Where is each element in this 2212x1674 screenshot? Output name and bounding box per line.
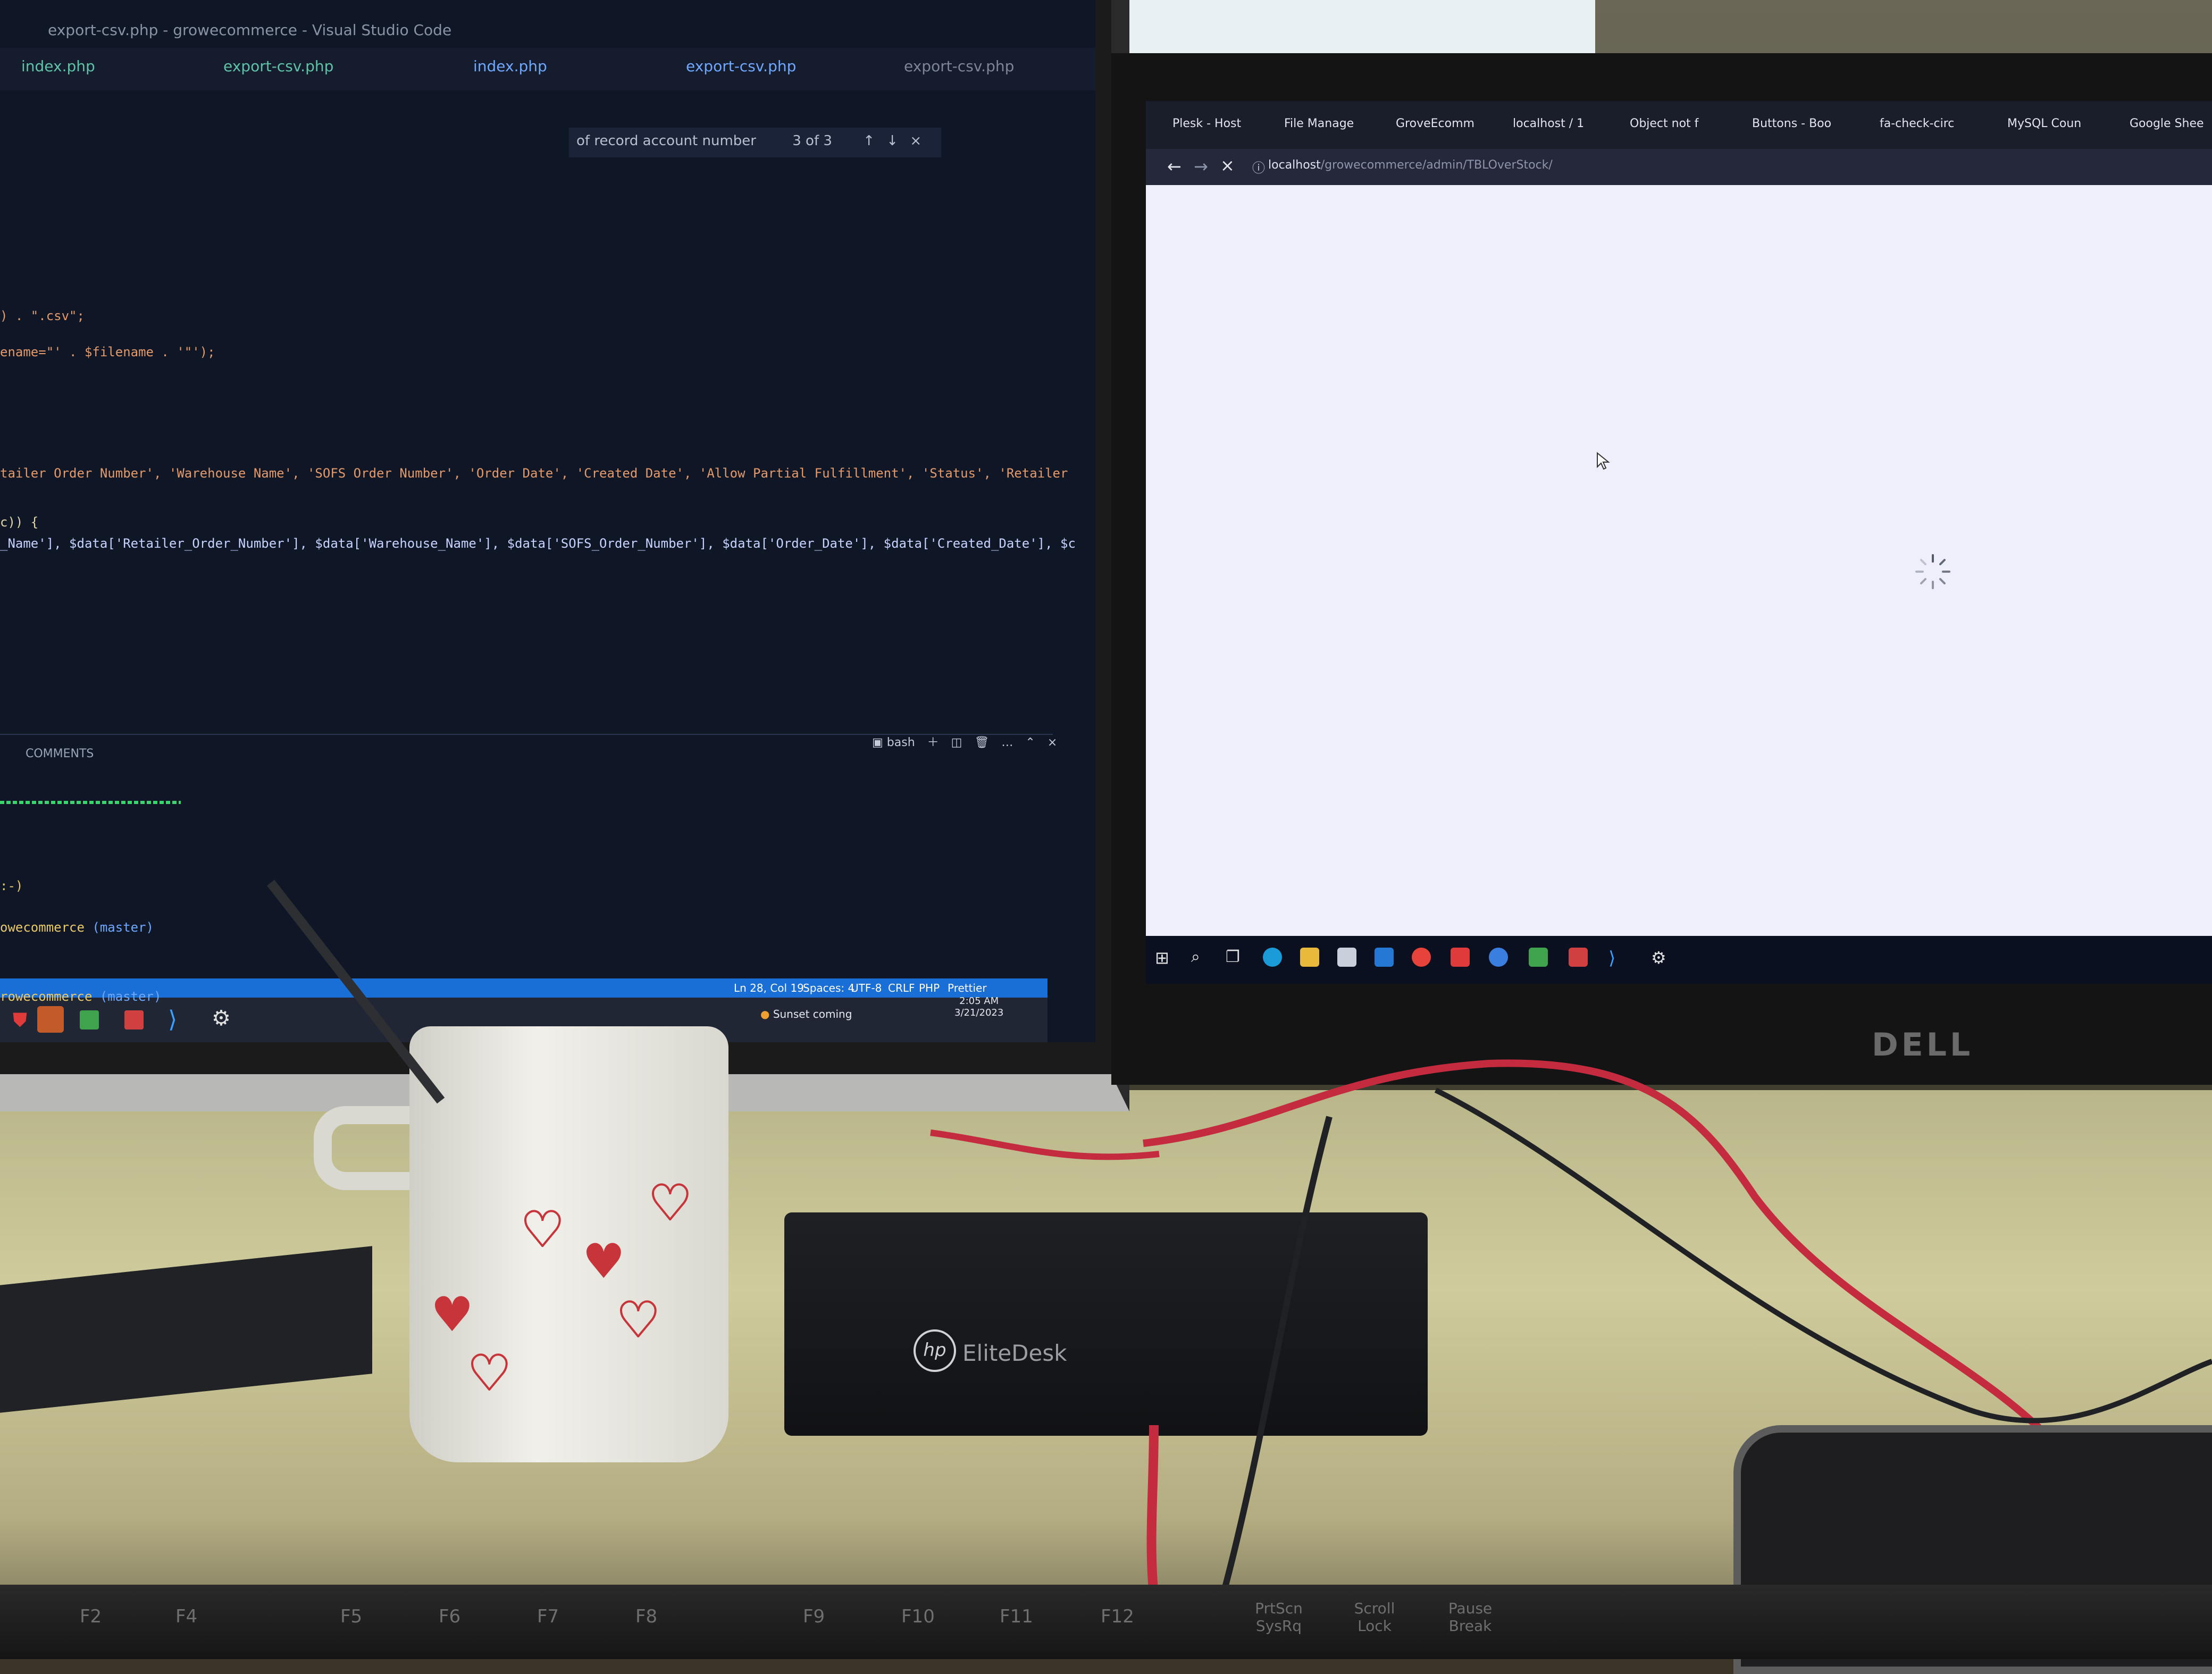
key-f10[interactable]: F10 (901, 1606, 935, 1627)
key-f2[interactable]: F2 (80, 1606, 102, 1627)
key-scroll-lock[interactable]: Scroll Lock (1345, 1600, 1404, 1635)
key-f5[interactable]: F5 (340, 1606, 362, 1627)
key-f4[interactable]: F4 (175, 1606, 197, 1627)
terminal-line: rowecommerce (master) (0, 989, 162, 1004)
keyboard: F2 F4 F5 F6 F7 F8 F9 F10 F11 F12 PrtScn … (0, 1585, 2212, 1659)
key-f11[interactable]: F11 (1000, 1606, 1033, 1627)
key-f6[interactable]: F6 (439, 1606, 460, 1627)
key-pause-break[interactable]: Pause Break (1441, 1600, 1499, 1635)
cables (930, 1059, 2212, 1610)
key-f7[interactable]: F7 (537, 1606, 559, 1627)
key-prtscn[interactable]: PrtScn SysRq (1250, 1600, 1308, 1635)
key-f8[interactable]: F8 (635, 1606, 657, 1627)
key-f12[interactable]: F12 (1101, 1606, 1134, 1627)
key-f9[interactable]: F9 (803, 1606, 825, 1627)
